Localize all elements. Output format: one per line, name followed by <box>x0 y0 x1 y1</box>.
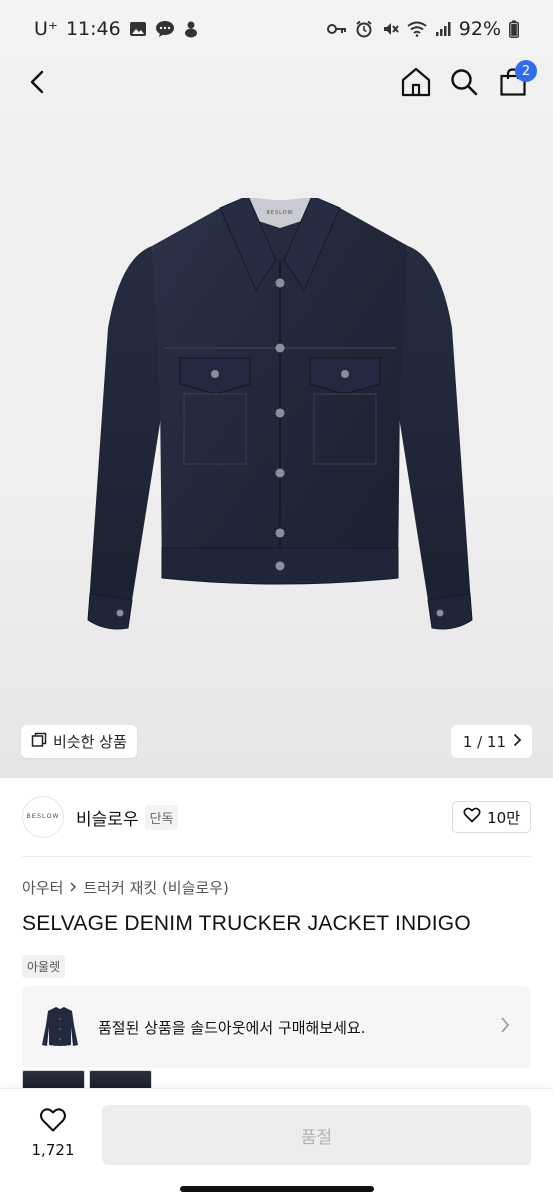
app-notification-icon <box>183 20 199 38</box>
soldout-button[interactable]: 품절 <box>102 1105 531 1165</box>
status-right: 92% <box>326 18 519 40</box>
divider <box>22 856 531 857</box>
product-image: BESLOW <box>80 195 480 658</box>
thumbnail-item[interactable] <box>89 1070 152 1090</box>
home-icon <box>400 66 432 102</box>
home-indicator-bar[interactable] <box>180 1186 374 1192</box>
thumbnail-strip <box>22 1070 152 1090</box>
signal-icon <box>435 21 451 37</box>
wishlist-count: 1,721 <box>31 1141 75 1159</box>
message-icon <box>155 20 175 38</box>
cart-count-badge: 2 <box>515 60 537 82</box>
top-navigation: 2 <box>0 58 553 106</box>
image-page-indicator[interactable]: 1 / 11 <box>450 725 532 758</box>
product-image-area[interactable]: 2 BESLOW 비슷한 상품 1 / 11 <box>0 58 553 778</box>
key-icon <box>326 22 347 36</box>
brand-name[interactable]: 비슬로우 <box>76 805 139 830</box>
brand-like-count: 10만 <box>487 808 520 827</box>
gallery-icon <box>129 20 147 38</box>
bottom-action-bar: 1,721 품절 <box>0 1088 553 1178</box>
battery-percent: 92% <box>458 18 501 40</box>
similar-products-button[interactable]: 비슷한 상품 <box>21 725 137 758</box>
chevron-right-icon <box>512 733 522 751</box>
battery-icon <box>509 20 519 38</box>
soldout-banner[interactable]: 품절된 상품을 솔드아웃에서 구매해보세요. <box>22 986 531 1068</box>
brand-logo-text: BESLOW <box>26 814 60 820</box>
outlet-badge: 아울렛 <box>22 955 66 978</box>
breadcrumb: 아우터 트러커 재킷 (비슬로우) <box>22 877 229 898</box>
brand-like-button[interactable]: 10만 <box>452 801 531 833</box>
breadcrumb-category[interactable]: 아우터 <box>22 877 63 898</box>
carrier-label: U⁺ <box>34 18 58 40</box>
chevron-left-icon <box>27 69 49 99</box>
similar-products-label: 비슷한 상품 <box>53 733 127 751</box>
heart-icon <box>463 807 481 827</box>
alarm-icon <box>355 20 373 38</box>
product-title: SELVAGE DENIM TRUCKER JACKET INDIGO <box>22 912 471 935</box>
home-indicator <box>0 1178 553 1200</box>
status-bar: U⁺ 11:46 92% <box>0 0 553 58</box>
chevron-right-icon <box>69 879 77 897</box>
jacket-label: BESLOW <box>266 210 293 216</box>
brand-logo[interactable]: BESLOW <box>22 796 64 838</box>
search-icon <box>449 67 479 101</box>
copy-icon <box>31 732 47 752</box>
thumbnail-item[interactable] <box>22 1070 85 1090</box>
banner-product-thumbnail <box>40 1005 80 1049</box>
status-left: U⁺ 11:46 <box>34 18 199 40</box>
chevron-right-icon <box>499 1016 511 1038</box>
home-button[interactable] <box>396 64 436 104</box>
wifi-icon <box>407 21 427 37</box>
breadcrumb-subcategory[interactable]: 트러커 재킷 (비슬로우) <box>83 877 228 898</box>
heart-icon <box>39 1107 67 1137</box>
clock: 11:46 <box>65 18 121 40</box>
page-indicator-text: 1 / 11 <box>462 732 506 751</box>
soldout-button-label: 품절 <box>300 1127 333 1148</box>
cart-button[interactable]: 2 <box>493 60 537 104</box>
search-button[interactable] <box>444 64 484 104</box>
exclusive-badge: 단독 <box>144 804 179 830</box>
back-button[interactable] <box>18 64 58 104</box>
soldout-banner-text: 품절된 상품을 솔드아웃에서 구매해보세요. <box>98 1018 366 1037</box>
brand-row: BESLOW 비슬로우 단독 10만 <box>0 778 553 856</box>
wishlist-button[interactable]: 1,721 <box>22 1107 84 1159</box>
mute-icon <box>381 20 399 38</box>
